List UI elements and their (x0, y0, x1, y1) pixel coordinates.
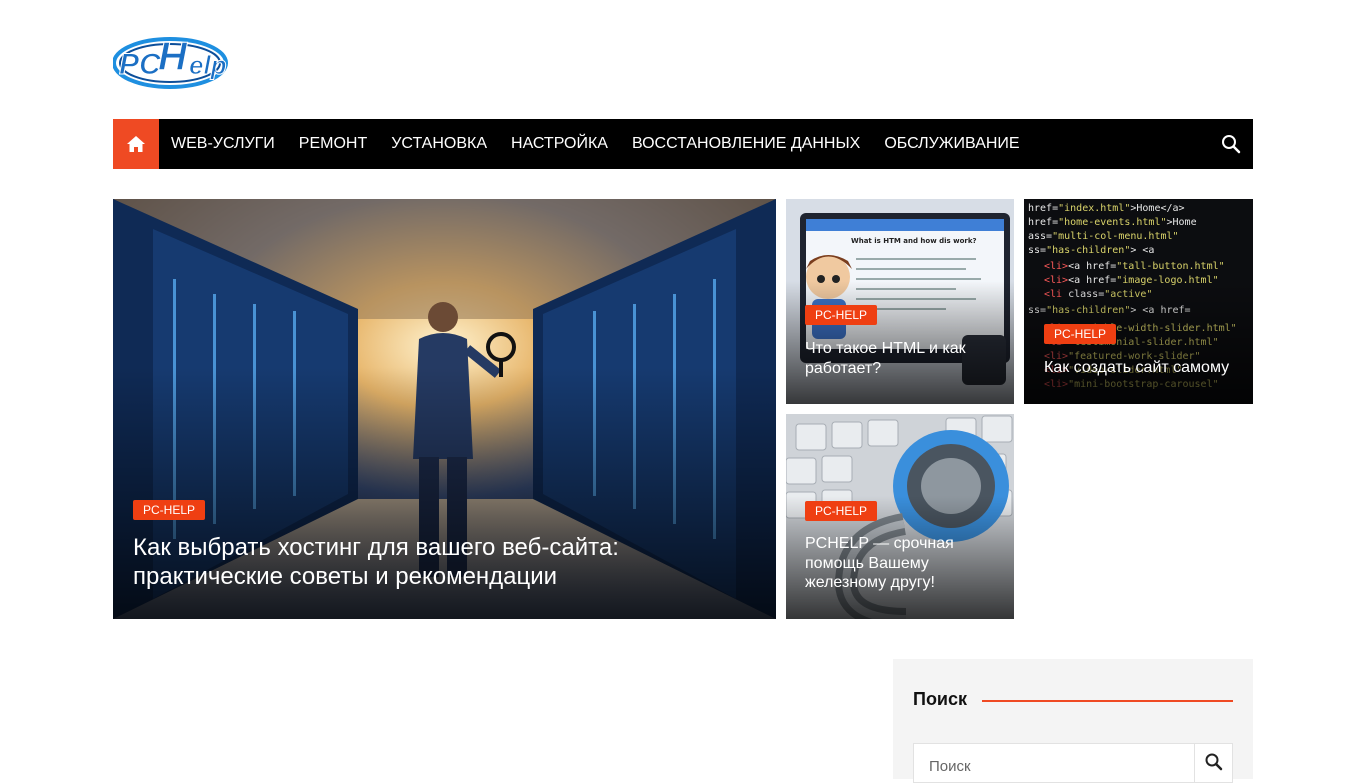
nav-item-maintenance[interactable]: ОБСЛУЖИВАНИЕ (872, 119, 1031, 169)
nav-item-install[interactable]: УСТАНОВКА (379, 119, 499, 169)
category-badge[interactable]: PC-HELP (133, 500, 206, 520)
post-title[interactable]: PCHELP — срочная помощь Вашему железному… (805, 534, 1005, 593)
nav-home-button[interactable] (113, 119, 159, 169)
category-badge[interactable]: PC-HELP (1044, 324, 1117, 344)
nav-item-data-recovery[interactable]: ВОССТАНОВЛЕНИЕ ДАННЫХ (620, 119, 872, 169)
svg-text:ass="multi-col-menu.html": ass="multi-col-menu.html" (1028, 231, 1179, 242)
search-submit-button[interactable] (1194, 744, 1232, 782)
post-title[interactable]: Как выбрать хостинг для вашего веб-сайта… (133, 533, 733, 592)
nav-item-web-services[interactable]: WEB-УСЛУГИ (159, 119, 287, 169)
nav-search-button[interactable] (1219, 132, 1243, 156)
home-icon (127, 136, 145, 152)
featured-post-pchelp[interactable]: PC-HELP PCHELP — срочная помощь Вашему ж… (786, 414, 1014, 619)
svg-text:elp: elp (189, 50, 227, 80)
featured-post-html[interactable]: What is HTM and how dis work? PC-HELP Чт… (786, 199, 1014, 404)
main-navigation: WEB-УСЛУГИ РЕМОНТ УСТАНОВКА НАСТРОЙКА ВО… (113, 119, 1253, 169)
featured-post-hosting[interactable]: PC-HELP Как выбрать хостинг для вашего в… (113, 199, 776, 619)
svg-text:PC: PC (119, 48, 162, 81)
svg-text:<li><a href="tall-button.html": <li><a href="tall-button.html" (1044, 261, 1225, 272)
nav-item-repair[interactable]: РЕМОНТ (287, 119, 379, 169)
svg-text:href="index.html">Home</a>: href="index.html">Home</a> (1028, 203, 1185, 214)
svg-text:ss="has-children"> <a: ss="has-children"> <a (1028, 245, 1154, 256)
category-badge[interactable]: PC-HELP (805, 501, 878, 521)
post-title[interactable]: Что такое HTML и как работает? (805, 339, 1005, 378)
featured-post-create-site[interactable]: href="index.html">Home</a> href="home-ev… (1024, 199, 1253, 404)
nav-item-setup[interactable]: НАСТРОЙКА (499, 119, 620, 169)
site-logo[interactable]: PC H elp (112, 30, 231, 92)
widget-title: Поиск (913, 689, 968, 709)
post-title[interactable]: Как создать сайт самому (1044, 358, 1249, 378)
widget-title-underline (982, 700, 1233, 702)
svg-text:What is HTM and how dis work?: What is HTM and how dis work? (851, 237, 977, 245)
search-form (913, 743, 1233, 783)
category-badge[interactable]: PC-HELP (805, 305, 878, 325)
svg-text:H: H (158, 35, 188, 79)
search-input[interactable] (914, 744, 1194, 782)
search-icon (1222, 135, 1241, 154)
sidebar-search-widget: Поиск (893, 659, 1253, 783)
svg-text:href="home-events.html">Home: href="home-events.html">Home (1028, 217, 1197, 228)
search-icon (1205, 753, 1222, 771)
